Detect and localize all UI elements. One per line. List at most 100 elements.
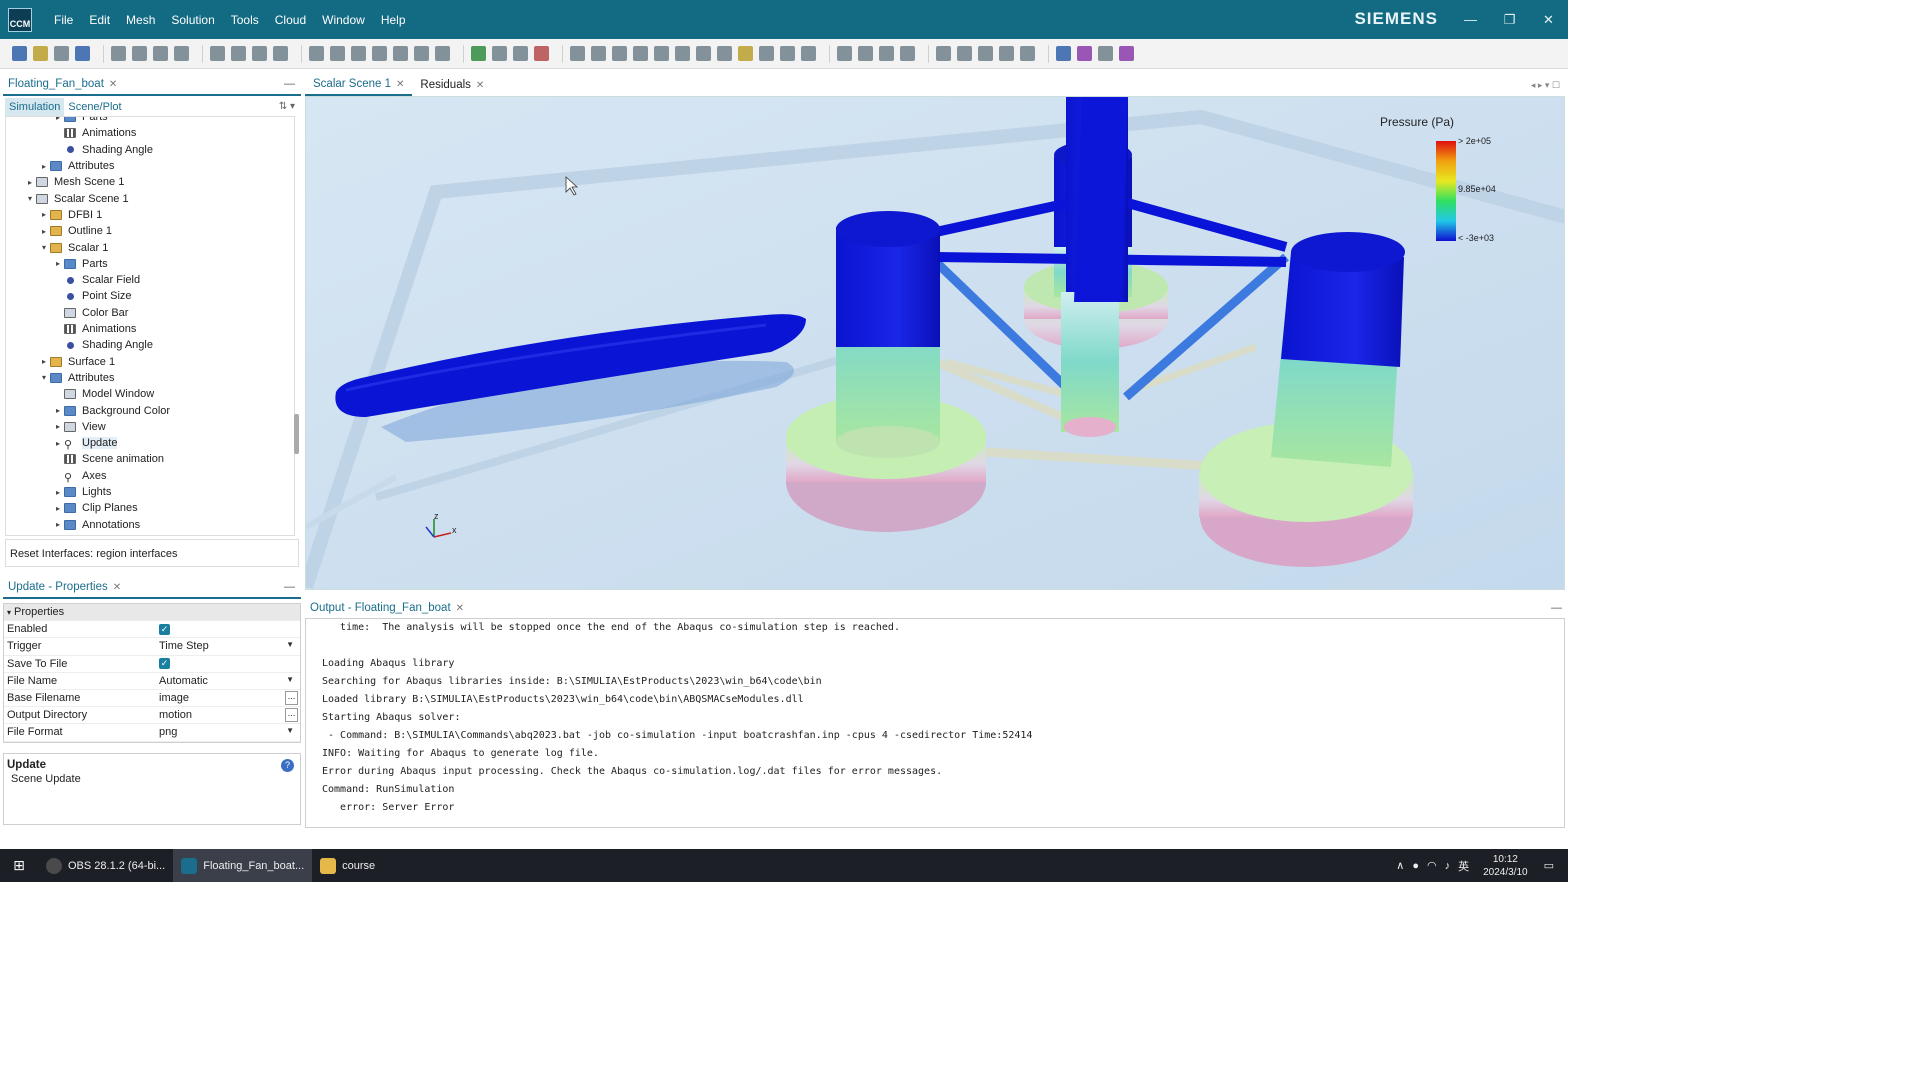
ruler-icon[interactable] [759, 46, 774, 61]
tree-node[interactable]: ▸ Clip Planes [6, 500, 138, 516]
minimize-panel-icon[interactable]: — [1551, 602, 1562, 614]
expand-arrow-icon[interactable]: ▸ [52, 439, 64, 448]
expand-arrow-icon[interactable]: ▸ [38, 227, 50, 236]
expand-arrow-icon[interactable]: ▸ [38, 357, 50, 366]
generate-volume-mesh-icon[interactable] [351, 46, 366, 61]
close-icon[interactable]: ✕ [456, 603, 464, 614]
output-console[interactable]: time: The analysis will be stopped once … [305, 618, 1565, 828]
layout-tools-icon[interactable] [1098, 46, 1113, 61]
output-tab[interactable]: Output - Floating_Fan_boat [310, 602, 451, 614]
layout-options-icon[interactable] [1119, 46, 1134, 61]
tab-simulation[interactable]: Simulation [5, 98, 65, 116]
tree-node[interactable]: Model Window [6, 386, 154, 402]
pause-icon[interactable] [252, 46, 267, 61]
stop-solver-icon[interactable] [534, 46, 549, 61]
layout-split-icon[interactable] [1077, 46, 1092, 61]
expand-arrow-icon[interactable]: ▸ [52, 406, 64, 415]
expand-arrow-icon[interactable]: ▸ [38, 162, 50, 171]
fit-view-icon[interactable] [591, 46, 606, 61]
tree-node[interactable]: Shading Angle [6, 337, 153, 353]
step-icon[interactable] [231, 46, 246, 61]
tree-node[interactable]: Scalar Field [6, 272, 140, 288]
mesh-diagnostics-icon[interactable] [414, 46, 429, 61]
collapse-arrow-icon[interactable]: ▾ [38, 373, 50, 382]
redo-icon[interactable] [174, 46, 189, 61]
tree-node[interactable]: ▾ Attributes [6, 370, 114, 386]
microphone-icon[interactable]: ● [1412, 860, 1419, 872]
tree-node[interactable]: ▸ Lights [6, 484, 111, 500]
restore-icon[interactable]: ❐ [1490, 0, 1529, 39]
dropdown-arrow-icon[interactable]: ▼ [286, 675, 294, 684]
undo-icon[interactable] [153, 46, 168, 61]
tree-node[interactable]: ▸ Outline 1 [6, 223, 112, 239]
scene-icon[interactable] [570, 46, 585, 61]
help-icon[interactable]: ? [281, 759, 294, 772]
tree-node[interactable]: Animations [6, 321, 136, 337]
stop-animation-icon[interactable] [957, 46, 972, 61]
menu-mesh[interactable]: Mesh [118, 13, 163, 27]
menu-help[interactable]: Help [373, 13, 414, 27]
checkbox-checked-icon[interactable]: ✓ [159, 658, 170, 670]
step-solver-icon[interactable] [513, 46, 528, 61]
tab-scene-plot[interactable]: Scene/Plot [64, 98, 125, 116]
tab-scalar-scene[interactable]: Scalar Scene 1 ✕ [305, 74, 413, 96]
tree-node[interactable]: ▸ Annotations [6, 517, 140, 533]
property-dropdown[interactable]: png ▼ [154, 724, 300, 740]
tree-scrollbar[interactable] [294, 414, 299, 454]
tree-node[interactable]: ▸ ⚲ Update [6, 435, 118, 451]
menu-edit[interactable]: Edit [81, 13, 118, 27]
initialize-icon[interactable] [471, 46, 486, 61]
back-icon[interactable] [675, 46, 690, 61]
scene-viewport[interactable]: Pressure (Pa) > 2e+05 9.85e+04 < -3e+03 … [305, 96, 1565, 590]
new-simulation-icon[interactable] [12, 46, 27, 61]
tree-node[interactable]: ▸ Parts [6, 117, 108, 125]
close-icon[interactable]: ✕ [396, 79, 404, 90]
tree-node[interactable]: ▸ Attributes [6, 158, 114, 174]
dropdown-arrow-icon[interactable]: ▼ [286, 726, 294, 735]
open-icon[interactable] [33, 46, 48, 61]
expand-arrow-icon[interactable]: ▸ [52, 520, 64, 529]
menu-tools[interactable]: Tools [223, 13, 267, 27]
taskbar-app-obs[interactable]: OBS 28.1.2 (64-bi... [38, 849, 173, 882]
tree-node[interactable]: ▾ Scalar Scene 1 [6, 191, 129, 207]
plot-refresh-icon[interactable] [900, 46, 915, 61]
view-icon[interactable] [717, 46, 732, 61]
expand-arrow-icon[interactable]: ▸ [52, 504, 64, 513]
surface-repair-icon[interactable] [330, 46, 345, 61]
tree-node[interactable]: ▸ Background Color [6, 402, 170, 418]
property-dropdown[interactable]: Automatic ▼ [154, 673, 300, 689]
clear-icon[interactable] [132, 46, 147, 61]
record-icon[interactable] [1020, 46, 1035, 61]
expand-arrow-icon[interactable]: ▸ [52, 117, 64, 122]
close-icon[interactable]: ✕ [476, 80, 484, 91]
tree-node[interactable]: Point Size [6, 288, 132, 304]
tree-node[interactable]: ▸ Mesh Scene 1 [6, 174, 124, 190]
clear-mesh-icon[interactable] [393, 46, 408, 61]
ime-indicator[interactable]: 英 [1458, 858, 1469, 874]
close-icon[interactable]: ✕ [109, 79, 117, 90]
expand-arrow-icon[interactable]: ▸ [38, 210, 50, 219]
tree-node[interactable]: ▸ View [6, 419, 106, 435]
collapse-arrow-icon[interactable]: ▾ [24, 194, 36, 203]
copy-icon[interactable] [111, 46, 126, 61]
tree-node[interactable]: Animations [6, 125, 136, 141]
checkbox-checked-icon[interactable]: ✓ [159, 623, 170, 635]
properties-tab[interactable]: Update - Properties [8, 581, 108, 593]
tab-nav-icons[interactable]: ◂ ▸ ▾ ☐ [1531, 80, 1560, 91]
collapse-arrow-icon[interactable]: ▾ [38, 243, 50, 252]
expand-arrow-icon[interactable]: ▸ [52, 488, 64, 497]
minimize-panel-icon[interactable]: — [284, 78, 295, 90]
property-checkbox[interactable]: ✓ [154, 621, 300, 637]
plot-icon[interactable] [837, 46, 852, 61]
select-icon[interactable] [633, 46, 648, 61]
tree-options-icon[interactable]: ⇅ ▾ [279, 101, 295, 112]
save-as-icon[interactable] [75, 46, 90, 61]
menu-solution[interactable]: Solution [163, 13, 222, 27]
grid-view-icon[interactable] [801, 46, 816, 61]
property-text-field[interactable]: motion... [154, 707, 300, 723]
mesh-operations-icon[interactable] [372, 46, 387, 61]
next-frame-icon[interactable] [999, 46, 1014, 61]
zoom-icon[interactable] [612, 46, 627, 61]
grid-icon[interactable] [435, 46, 450, 61]
run-solver-icon[interactable] [492, 46, 507, 61]
